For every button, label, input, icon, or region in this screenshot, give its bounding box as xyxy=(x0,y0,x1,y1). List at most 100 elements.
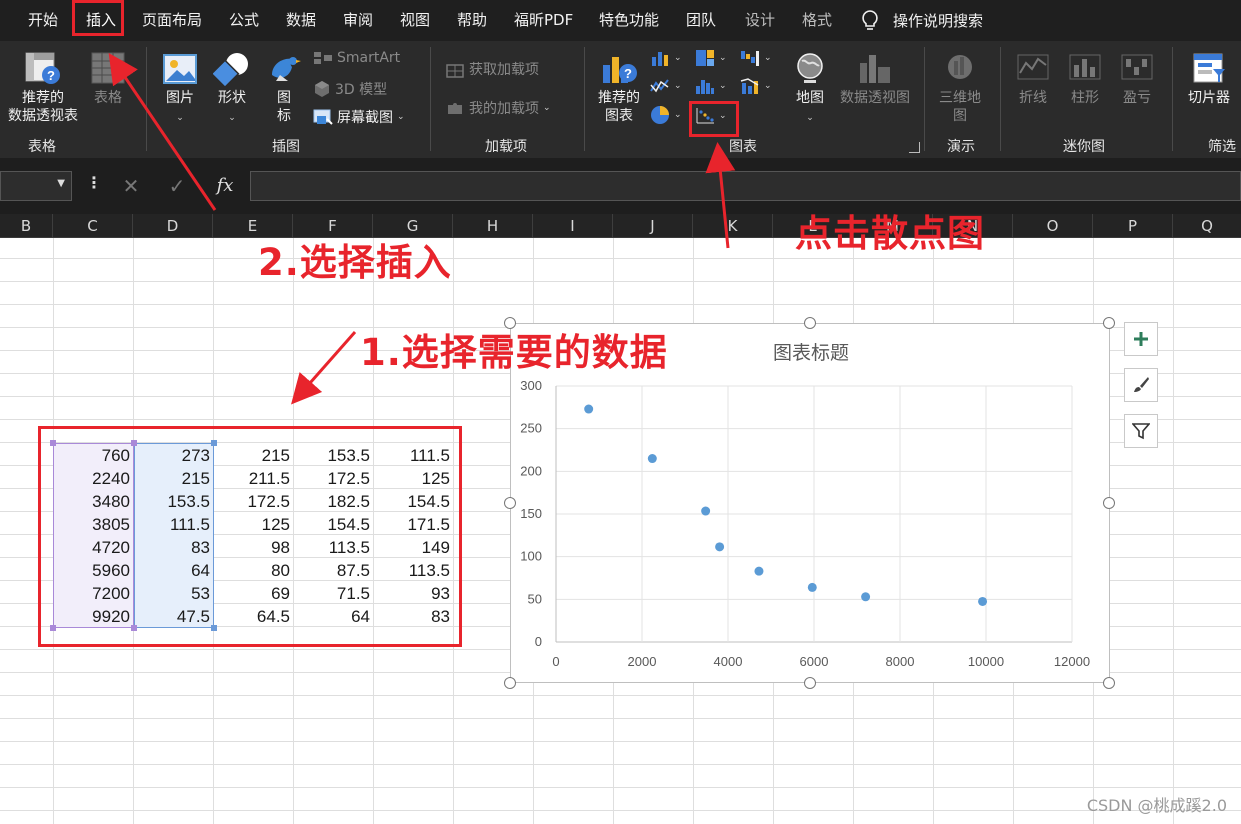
waterfall-chart-button[interactable]: ⌄ xyxy=(740,49,772,67)
chevron-down-icon: ⌄ xyxy=(543,103,551,113)
chart-resize-handle[interactable] xyxy=(1103,497,1115,509)
sparkline-column-button[interactable]: 柱形 xyxy=(1062,51,1108,107)
get-addins-label: 获取加载项 xyxy=(469,62,539,78)
chart-styles-button[interactable] xyxy=(1124,368,1158,402)
recommended-charts-button[interactable]: ? 推荐的 图表 xyxy=(592,51,646,125)
data-point xyxy=(978,596,988,606)
hierarchy-chart-icon xyxy=(696,50,714,66)
group-label-charts: 图表 xyxy=(729,139,757,155)
pie-chart-button[interactable]: ⌄ xyxy=(650,105,682,125)
more-options-icon[interactable]: ⋮ xyxy=(86,173,102,192)
statistic-chart-button[interactable]: ⌄ xyxy=(695,77,727,95)
sparkline-winloss-button[interactable]: 盈亏 xyxy=(1114,51,1160,107)
smartart-label: SmartArt xyxy=(337,50,401,66)
confirm-entry-button[interactable]: ✓ xyxy=(160,171,194,201)
tab-chart-design[interactable]: 设计 xyxy=(745,0,775,41)
tab-special-features[interactable]: 特色功能 xyxy=(599,0,659,41)
table-button[interactable]: 表格 xyxy=(86,51,130,107)
tab-page-layout[interactable]: 页面布局 xyxy=(142,0,202,41)
column-header[interactable]: J xyxy=(613,214,693,238)
screenshot-button[interactable]: 屏幕截图 ⌄ xyxy=(313,107,405,127)
tab-review[interactable]: 审阅 xyxy=(343,0,373,41)
tell-me-search[interactable]: 操作说明搜索 xyxy=(861,0,983,41)
chart-resize-handle[interactable] xyxy=(804,677,816,689)
chart-elements-button[interactable] xyxy=(1124,322,1158,356)
chart-filters-button[interactable] xyxy=(1124,414,1158,448)
group-label-tours: 演示 xyxy=(947,139,975,155)
3d-map-button[interactable]: 三维地 图 xyxy=(934,51,986,125)
line-chart-button[interactable]: ⌄ xyxy=(650,77,682,95)
tab-help[interactable]: 帮助 xyxy=(457,0,487,41)
insert-function-button[interactable]: fx xyxy=(210,171,240,201)
scatter-chart[interactable]: 图表标题 0 50 100 150 200 250 300 0 2000 4000 6000 8000… xyxy=(510,323,1110,683)
x-tick-label: 2000 xyxy=(628,654,657,669)
chart-resize-handle[interactable] xyxy=(1103,677,1115,689)
chart-resize-handle[interactable] xyxy=(504,677,516,689)
pie-chart-icon xyxy=(651,106,669,124)
cancel-entry-button[interactable]: ✕ xyxy=(114,171,148,201)
chevron-down-icon: ▼ xyxy=(57,178,65,189)
slicer-button[interactable]: 切片器 xyxy=(1182,51,1236,107)
column-header[interactable]: K xyxy=(693,214,773,238)
icons-bird-icon xyxy=(272,57,301,81)
tab-foxit-pdf[interactable]: 福昕PDF xyxy=(514,0,573,41)
plus-icon xyxy=(1134,332,1148,346)
tab-team[interactable]: 团队 xyxy=(686,0,716,41)
chart-resize-handle[interactable] xyxy=(1103,317,1115,329)
slicer-label: 切片器 xyxy=(1188,90,1230,106)
name-box[interactable]: ▼ xyxy=(0,171,72,201)
funnel-icon xyxy=(1132,423,1150,440)
column-header[interactable]: Q xyxy=(1173,214,1241,238)
watermark: CSDN @桃成蹊2.0 xyxy=(1086,796,1227,815)
pivot-chart-button[interactable]: 数据透视图 xyxy=(838,51,912,107)
icons-label-line1: 图 xyxy=(277,90,291,106)
3d-map-line1: 三维地 xyxy=(939,90,981,106)
charts-dialog-launcher[interactable] xyxy=(909,142,920,153)
my-addins-button[interactable]: 我的加载项 ⌄ xyxy=(445,98,551,118)
chevron-down-icon: ⌄ xyxy=(674,81,682,91)
sparkline-winloss-icon xyxy=(1121,54,1153,80)
3d-models-button[interactable]: 3D 模型 xyxy=(313,79,387,99)
smartart-button[interactable]: SmartArt xyxy=(313,50,400,66)
icons-button[interactable]: 图 标 xyxy=(262,51,306,125)
annotation-step1: 1.选择需要的数据 xyxy=(360,331,668,374)
combo-chart-icon xyxy=(740,78,759,94)
tab-data[interactable]: 数据 xyxy=(286,0,316,41)
column-header[interactable]: P xyxy=(1093,214,1173,238)
column-header[interactable]: C xyxy=(53,214,133,238)
shapes-button[interactable]: 形状 ⌄ xyxy=(210,51,254,127)
map-chart-button[interactable]: 地图 ⌄ xyxy=(784,51,836,127)
highlight-box-scatter-button xyxy=(689,101,739,137)
column-headers: B C D E F G H I J K L M N O P Q xyxy=(0,214,1241,238)
group-separator xyxy=(924,47,925,151)
combo-chart-button[interactable]: ⌄ xyxy=(740,77,772,95)
sparkline-line-button[interactable]: 折线 xyxy=(1010,51,1056,107)
group-separator xyxy=(584,47,585,151)
get-addins-button[interactable]: 获取加载项 xyxy=(445,59,539,79)
column-chart-button[interactable]: ⌄ xyxy=(650,49,682,67)
chart-resize-handle[interactable] xyxy=(804,317,816,329)
hierarchy-chart-button[interactable]: ⌄ xyxy=(695,49,727,67)
tab-chart-format[interactable]: 格式 xyxy=(802,0,832,41)
pictures-button[interactable]: 图片 ⌄ xyxy=(158,51,202,127)
x-tick-label: 12000 xyxy=(1054,654,1090,669)
tab-formulas[interactable]: 公式 xyxy=(229,0,259,41)
tab-view[interactable]: 视图 xyxy=(400,0,430,41)
3d-models-label: 3D 模型 xyxy=(335,82,388,98)
column-header[interactable]: D xyxy=(133,214,213,238)
data-point xyxy=(715,542,725,552)
chart-resize-handle[interactable] xyxy=(504,497,516,509)
recommended-pivot-button[interactable]: ? 推荐的 数据透视表 xyxy=(4,51,82,125)
lightbulb-icon xyxy=(862,9,878,30)
column-header[interactable]: H xyxy=(453,214,533,238)
column-chart-icon xyxy=(652,52,668,66)
formula-input[interactable] xyxy=(250,171,1241,201)
column-header[interactable]: O xyxy=(1013,214,1093,238)
column-header[interactable]: I xyxy=(533,214,613,238)
column-header[interactable]: B xyxy=(0,214,53,238)
icons-label-line2: 标 xyxy=(277,108,291,124)
chevron-down-icon: ⌄ xyxy=(674,110,682,120)
pivot-chart-label: 数据透视图 xyxy=(840,90,910,106)
tab-home[interactable]: 开始 xyxy=(28,0,58,41)
annotation-step2: 2.选择插入 xyxy=(258,241,452,284)
